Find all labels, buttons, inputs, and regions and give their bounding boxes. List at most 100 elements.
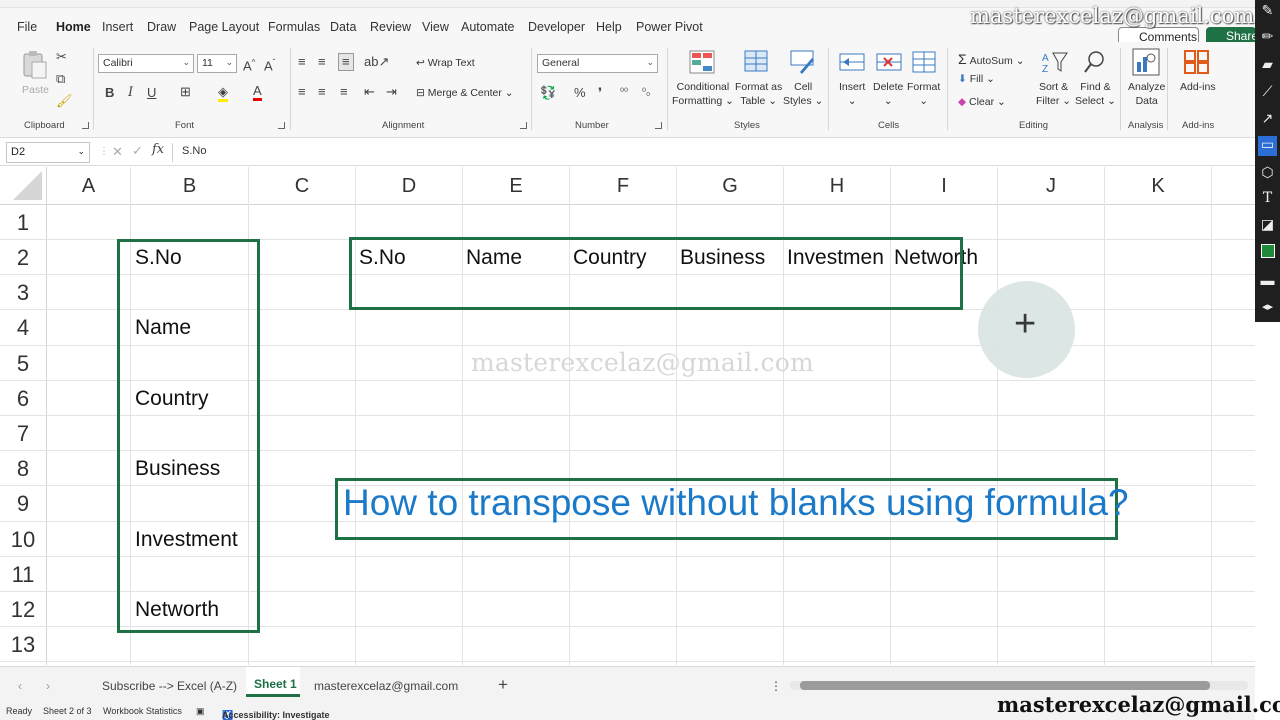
tab-page-layout[interactable]: Page Layout <box>189 20 259 34</box>
insert-cells-icon[interactable] <box>839 50 865 74</box>
rectangle-icon[interactable]: ▭ <box>1258 136 1277 156</box>
conditional-formatting-icon[interactable] <box>689 50 715 74</box>
arrow-icon[interactable]: ↗ <box>1255 110 1280 127</box>
tab-automate[interactable]: Automate <box>461 20 515 34</box>
increase-decimal-icon[interactable]: ⁰⁰ <box>620 86 628 100</box>
workbook-statistics[interactable]: Workbook Statistics <box>103 706 182 716</box>
row-header-6[interactable]: 6 <box>0 381 46 415</box>
align-middle-icon[interactable]: ≡ <box>318 55 326 69</box>
sheet-tab-subscribe[interactable]: Subscribe --> Excel (A-Z) <box>102 679 237 693</box>
increase-indent-icon[interactable]: ⇥ <box>386 85 397 99</box>
italic-button[interactable]: I <box>128 86 133 100</box>
find-select-icon[interactable] <box>1082 50 1108 74</box>
scrollbar-thumb[interactable] <box>800 681 1210 690</box>
insert-function-icon[interactable]: fx <box>152 142 164 157</box>
insert-cells-button[interactable]: Insert ⌄ <box>839 80 865 108</box>
row-header-8[interactable]: 8 <box>0 451 46 485</box>
decrease-indent-icon[interactable]: ⇤ <box>364 85 375 99</box>
collapse-icon[interactable]: ◂▸ <box>1255 300 1280 313</box>
line-width-icon[interactable]: ▬ <box>1255 272 1280 288</box>
sheet-tab-sheet1[interactable]: Sheet 1 <box>254 677 297 691</box>
align-center-icon[interactable]: ≡ <box>318 85 326 99</box>
fill-color-icon[interactable]: ◈ <box>218 85 228 102</box>
delete-cells-icon[interactable] <box>876 50 902 74</box>
name-box[interactable]: D2 ⌄ <box>6 142 90 163</box>
cancel-icon[interactable]: ✕ <box>112 144 123 160</box>
column-header-j[interactable]: J <box>998 167 1104 204</box>
eraser-icon[interactable]: ◪ <box>1255 216 1280 233</box>
tab-view[interactable]: View <box>422 20 449 34</box>
tab-file[interactable]: File <box>17 20 37 34</box>
cell-styles-icon[interactable] <box>790 50 816 74</box>
column-header-k[interactable]: K <box>1105 167 1211 204</box>
decrease-decimal-icon[interactable]: ⁰₀ <box>642 86 650 100</box>
grow-font-icon[interactable]: A^ <box>243 56 255 73</box>
copy-icon[interactable]: ⧉ <box>56 72 65 86</box>
row-header-2[interactable]: 2 <box>0 240 46 274</box>
cut-icon[interactable]: ✂ <box>56 50 67 64</box>
align-left-icon[interactable]: ≡ <box>298 85 306 99</box>
tab-help[interactable]: Help <box>596 20 622 34</box>
macro-icon[interactable]: ▣ <box>196 706 205 717</box>
shrink-font-icon[interactable]: Aˇ <box>264 56 275 73</box>
column-header-a[interactable]: A <box>47 167 130 204</box>
more-options-icon[interactable]: ⋮ <box>99 146 109 157</box>
formula-input[interactable]: S.No <box>182 145 206 157</box>
clipboard-launcher-icon[interactable] <box>82 122 89 129</box>
analyze-data-icon[interactable] <box>1132 48 1160 76</box>
tab-review[interactable]: Review <box>370 20 411 34</box>
pen-icon[interactable]: ✎ <box>1255 2 1280 19</box>
tab-power-pivot[interactable]: Power Pivot <box>636 20 703 34</box>
row-header-7[interactable]: 7 <box>0 416 46 450</box>
format-cells-icon[interactable] <box>912 50 938 74</box>
more-icon[interactable]: ⋮ <box>770 679 782 693</box>
fill-button[interactable]: ⬇ Fill ⌄ <box>958 73 995 85</box>
number-format-combo[interactable]: General ⌄ <box>537 54 658 73</box>
comma-icon[interactable]: ❜ <box>598 86 602 100</box>
shape-icon[interactable]: ⬡ <box>1255 164 1280 181</box>
column-header-d[interactable]: D <box>356 167 462 204</box>
add-ins-button[interactable]: Add-ins <box>1180 80 1216 94</box>
tab-insert[interactable]: Insert <box>102 20 133 34</box>
analyze-data-button[interactable]: Analyze Data <box>1128 80 1165 108</box>
row-header-10[interactable]: 10 <box>0 522 46 556</box>
worksheet-grid[interactable]: A B C D E F G H I J K 1 2 3 4 5 6 7 8 9 … <box>0 167 1255 665</box>
row-header-13[interactable]: 13 <box>0 627 46 661</box>
autosum-button[interactable]: Σ AutoSum ⌄ <box>958 51 1025 67</box>
column-header-e[interactable]: E <box>463 167 569 204</box>
row-header-12[interactable]: 12 <box>0 592 46 626</box>
align-top-icon[interactable]: ≡ <box>298 55 306 69</box>
tab-developer[interactable]: Developer <box>528 20 585 34</box>
row-header-11[interactable]: 11 <box>0 557 46 591</box>
add-sheet-button[interactable]: + <box>498 675 508 695</box>
highlighter-icon[interactable]: ▰ <box>1255 56 1280 73</box>
color-swatch-icon[interactable] <box>1255 244 1280 261</box>
find-select-button[interactable]: Find & Select ⌄ <box>1075 80 1116 108</box>
column-header-i[interactable]: I <box>891 167 997 204</box>
tab-data[interactable]: Data <box>330 20 356 34</box>
orientation-icon[interactable]: ab↗ <box>364 55 389 69</box>
row-header-9[interactable]: 9 <box>0 486 46 521</box>
row-header-4[interactable]: 4 <box>0 310 46 345</box>
underline-button[interactable]: U <box>147 86 156 100</box>
format-as-table-button[interactable]: Format as Table ⌄ <box>735 80 782 108</box>
clear-button[interactable]: ◆ Clear ⌄ <box>958 96 1006 108</box>
bold-button[interactable]: B <box>105 86 114 100</box>
sort-filter-button[interactable]: Sort & Filter ⌄ <box>1036 80 1071 108</box>
font-launcher-icon[interactable] <box>278 122 285 129</box>
column-header-f[interactable]: F <box>570 167 676 204</box>
marker-icon[interactable]: ✏ <box>1255 28 1280 45</box>
sheet-tab-email[interactable]: masterexcelaz@gmail.com <box>314 679 458 693</box>
alignment-launcher-icon[interactable] <box>520 122 527 129</box>
tab-home[interactable]: Home <box>56 20 91 34</box>
font-color-icon[interactable]: A <box>253 84 262 101</box>
tab-draw[interactable]: Draw <box>147 20 176 34</box>
column-header-h[interactable]: H <box>784 167 890 204</box>
paste-icon[interactable] <box>22 50 48 79</box>
row-header-3[interactable]: 3 <box>0 275 46 309</box>
percent-icon[interactable]: % <box>574 86 586 100</box>
select-all-corner[interactable] <box>0 167 46 204</box>
enter-icon[interactable]: ✓ <box>132 143 143 159</box>
row-header-1[interactable]: 1 <box>0 205 46 239</box>
font-name-combo[interactable]: Calibri ⌄ <box>98 54 194 73</box>
